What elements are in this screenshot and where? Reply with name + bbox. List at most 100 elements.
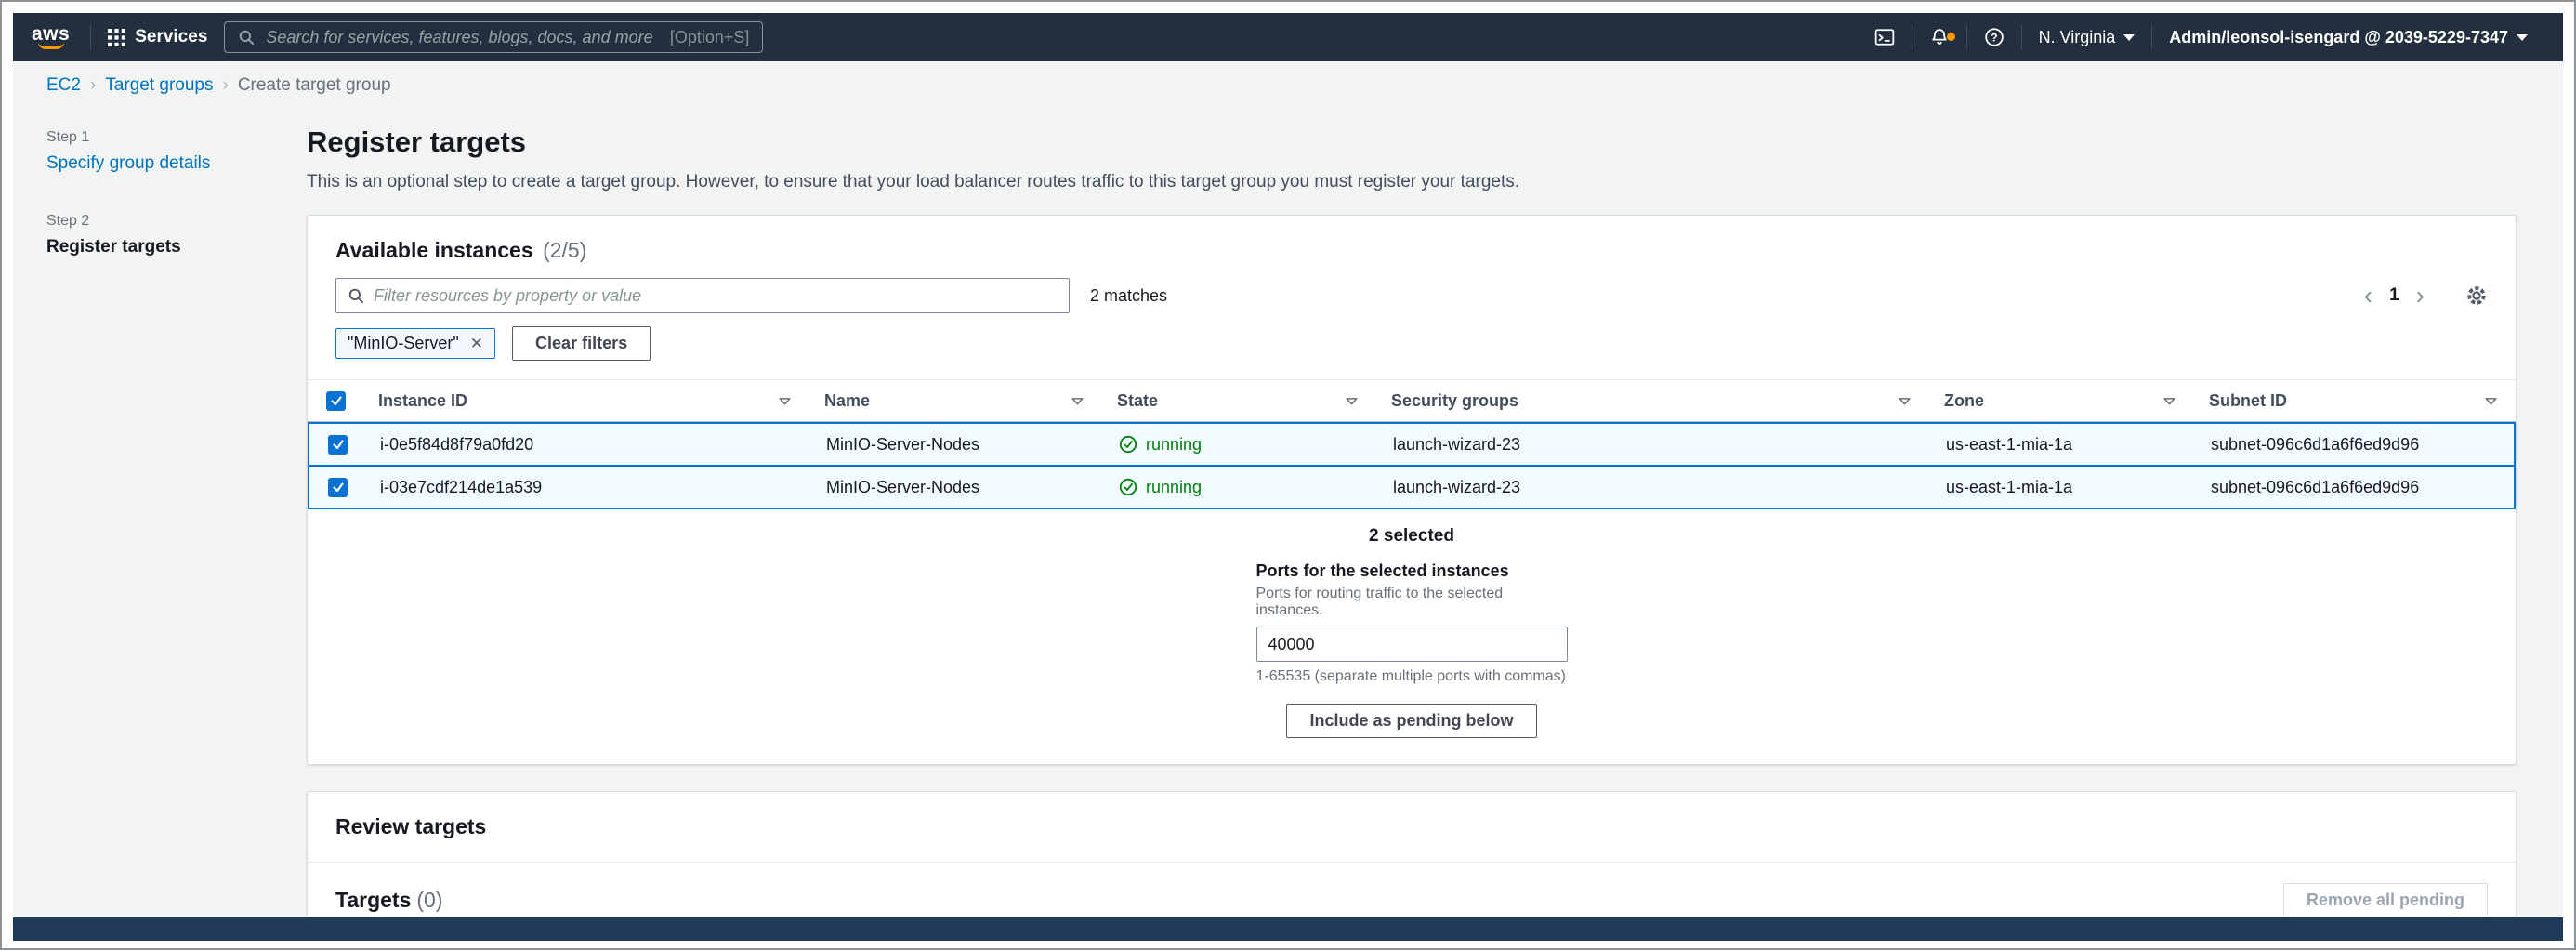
selected-count-text: 2 selected: [1369, 526, 1454, 546]
available-instances-header: Available instances (2/5): [308, 216, 2516, 276]
aws-logo[interactable]: aws: [32, 24, 70, 49]
terminal-icon: [1874, 27, 1895, 47]
remove-all-pending-button[interactable]: Remove all pending: [2282, 883, 2488, 916]
services-menu-button[interactable]: Services: [108, 27, 207, 47]
column-filter-icon[interactable]: [1070, 393, 1085, 409]
row-checkbox-cell: [309, 434, 365, 455]
gear-icon: [2467, 286, 2486, 305]
help-button[interactable]: ?: [1967, 27, 2021, 47]
breadcrumb-ec2-link[interactable]: EC2: [46, 75, 81, 96]
question-circle-icon: ?: [1984, 27, 2004, 47]
column-filter-icon[interactable]: [1897, 393, 1912, 409]
targets-header-row: Targets (0) Remove all pending: [308, 863, 2516, 916]
main-content: Register targets This is an optional ste…: [307, 114, 2517, 916]
security-groups-cell: launch-wizard-23: [1393, 434, 1521, 454]
screenshot-frame: aws Services Search for services, featur…: [0, 0, 2576, 950]
ports-field-group: Ports for the selected instances Ports f…: [1255, 561, 1568, 685]
step-2-current: Register targets: [46, 237, 181, 257]
column-filter-icon[interactable]: [777, 393, 793, 409]
breadcrumb-separator: ›: [222, 75, 229, 95]
global-search-shortcut: [Option+S]: [669, 27, 750, 46]
clear-filters-button[interactable]: Clear filters: [512, 326, 651, 361]
instances-pagination: ‹ 1 ›: [2364, 283, 2488, 309]
page-layout: Step 1 Specify group details Step 2 Regi…: [13, 107, 2563, 916]
instance-row-1[interactable]: i-0e5f84d8f79a0fd20 MinIO-Server-Nodes r…: [308, 422, 2516, 467]
global-search-input[interactable]: Search for services, features, blogs, do…: [224, 21, 764, 53]
breadcrumb-current-page: Create target group: [237, 75, 391, 95]
column-label: Zone: [1944, 390, 1984, 410]
page-description: This is an optional step to create a tar…: [307, 172, 1520, 191]
search-icon: [348, 287, 364, 304]
zone-cell: us-east-1-mia-1a: [1946, 477, 2073, 496]
instances-table-header: Instance ID Name State Security groups Z…: [308, 379, 2516, 422]
ports-label: Ports for the selected instances: [1255, 561, 1509, 580]
page-content: EC2 › Target groups › Create target grou…: [13, 61, 2563, 916]
column-header-instance-id[interactable]: Instance ID: [363, 380, 809, 421]
notifications-button[interactable]: [1912, 27, 1966, 47]
next-page-icon[interactable]: ›: [2416, 283, 2425, 309]
prev-page-icon[interactable]: ‹: [2364, 283, 2372, 309]
instance-row-2[interactable]: i-03e7cdf214de1a539 MinIO-Server-Nodes r…: [308, 465, 2516, 509]
instance-id-cell: i-0e5f84d8f79a0fd20: [380, 434, 534, 454]
row-checkbox-cell: [309, 477, 365, 497]
cloudshell-button[interactable]: [1858, 27, 1912, 47]
column-label: Subnet ID: [2209, 390, 2287, 410]
services-label: Services: [135, 27, 208, 46]
account-menu[interactable]: Admin/leonsol-isengard @ 2039-5229-7347: [2152, 28, 2544, 47]
state-label: running: [1146, 434, 1203, 454]
region-selector[interactable]: N. Virginia: [2022, 28, 2152, 47]
column-label: Name: [824, 390, 871, 410]
column-filter-icon[interactable]: [2483, 393, 2499, 409]
state-label: running: [1146, 477, 1203, 496]
breadcrumb-target-groups-link[interactable]: Target groups: [105, 75, 213, 96]
column-header-subnet-id[interactable]: Subnet ID: [2194, 380, 2516, 421]
console-footer-bar: [13, 917, 2563, 941]
row-checkbox[interactable]: [328, 477, 348, 497]
status-running-icon: [1119, 478, 1137, 496]
current-page-number[interactable]: 1: [2389, 285, 2399, 306]
column-header-state[interactable]: State: [1102, 380, 1376, 421]
select-all-checkbox[interactable]: [326, 390, 346, 411]
svg-text:?: ?: [1991, 31, 1997, 44]
column-label: State: [1117, 390, 1159, 410]
review-targets-title: Review targets: [335, 814, 487, 838]
column-filter-icon[interactable]: [1344, 393, 1360, 409]
state-cell: running: [1104, 478, 1378, 497]
region-label: N. Virginia: [2038, 27, 2116, 46]
filter-tokens-row: "MinIO-Server" ✕ Clear filters: [308, 313, 2516, 379]
ports-description: Ports for routing traffic to the selecte…: [1255, 586, 1504, 618]
instances-filter-input[interactable]: [374, 285, 1058, 306]
zone-cell: us-east-1-mia-1a: [1946, 434, 2073, 454]
instances-filter-field[interactable]: [335, 278, 1070, 313]
step-1-link[interactable]: Specify group details: [46, 153, 210, 174]
subnet-id-cell: subnet-096c6d1a6f6ed9d96: [2211, 477, 2420, 496]
ports-input[interactable]: [1255, 627, 1568, 662]
global-search-placeholder: Search for services, features, blogs, do…: [266, 27, 653, 46]
step-1-number: Step 1: [46, 129, 90, 145]
select-all-header-cell: [308, 380, 363, 421]
filter-token: "MinIO-Server" ✕: [335, 328, 496, 359]
table-settings-button[interactable]: [2465, 284, 2488, 307]
column-header-security-groups[interactable]: Security groups: [1376, 380, 1929, 421]
column-filter-icon[interactable]: [2162, 393, 2177, 409]
column-header-zone[interactable]: Zone: [1929, 380, 2194, 421]
instances-filter-row: 2 matches ‹ 1 ›: [308, 276, 2516, 313]
nav-divider: [90, 24, 92, 50]
services-grid-icon: [108, 28, 126, 46]
column-label: Instance ID: [378, 390, 468, 410]
breadcrumb-separator: ›: [89, 75, 97, 95]
top-navigation-bar: aws Services Search for services, featur…: [13, 13, 2563, 61]
remove-token-icon[interactable]: ✕: [470, 335, 483, 353]
nav-right-group: ? N. Virginia Admin/leonsol-isengard @ 2…: [1858, 24, 2544, 50]
review-targets-header: Review targets: [308, 792, 2516, 863]
breadcrumb: EC2 › Target groups › Create target grou…: [13, 61, 2563, 107]
row-checkbox[interactable]: [328, 434, 348, 455]
chevron-down-icon: [2123, 33, 2136, 41]
status-running-icon: [1119, 435, 1137, 454]
include-as-pending-button[interactable]: Include as pending below: [1286, 704, 1537, 738]
page-title: Register targets: [307, 125, 527, 158]
subnet-id-cell: subnet-096c6d1a6f6ed9d96: [2211, 434, 2420, 454]
filter-token-label: "MinIO-Server": [348, 334, 459, 352]
targets-title: Targets: [335, 888, 412, 912]
column-header-name[interactable]: Name: [809, 380, 1102, 421]
